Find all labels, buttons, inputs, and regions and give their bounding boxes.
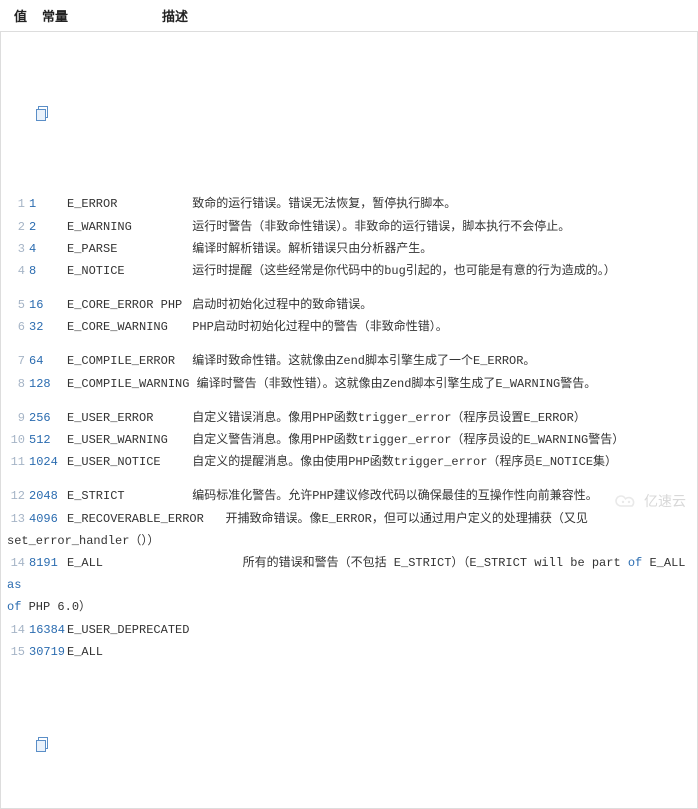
copy-icon[interactable] bbox=[36, 106, 50, 120]
line-number: 13 bbox=[7, 508, 25, 530]
error-value: 16 bbox=[29, 294, 67, 316]
error-description-cont: of bbox=[7, 600, 21, 614]
line-number: 1 bbox=[7, 193, 25, 215]
table-row: 122048E_STRICT 编码标准化警告。允许PHP建议修改代码以确保最佳的… bbox=[7, 485, 691, 507]
error-value: 512 bbox=[29, 429, 67, 451]
error-value: 4096 bbox=[29, 508, 67, 530]
error-description: 编译时解析错误。解析错误只由分析器产生。 bbox=[192, 242, 432, 256]
error-constant: E_USER_WARNING bbox=[67, 429, 185, 451]
error-description: 所有的错误和警告（不包括 E_STRICT）（E_STRICT will be … bbox=[243, 556, 628, 570]
error-constant: E_NOTICE bbox=[67, 260, 185, 282]
error-value: 16384 bbox=[29, 619, 67, 641]
table-row: 22E_WARNING 运行时警告（非致命性错误）。非致命的运行错误，脚本执行不… bbox=[7, 216, 691, 238]
error-constant: E_ALL bbox=[67, 552, 185, 574]
line-number: 14 bbox=[7, 552, 25, 574]
copy-icon[interactable] bbox=[36, 737, 50, 751]
error-description: 致命的运行错误。错误无法恢复，暂停执行脚本。 bbox=[192, 197, 456, 211]
error-description-cont: set_error_handler（）） bbox=[7, 534, 159, 548]
error-description: 自定义错误消息。像用PHP函数trigger_error（程序员设置E_ERRO… bbox=[192, 411, 586, 425]
error-value: 1024 bbox=[29, 451, 67, 473]
error-constant: E_CORE_WARNING bbox=[67, 316, 185, 338]
error-value: 8 bbox=[29, 260, 67, 282]
error-constant: E_ERROR bbox=[67, 193, 185, 215]
error-constant: E_CORE_ERROR PHP bbox=[67, 294, 185, 316]
error-constant: E_USER_NOTICE bbox=[67, 451, 185, 473]
line-number: 14 bbox=[7, 619, 25, 641]
error-value: 30719 bbox=[29, 641, 67, 663]
table-row: 10512E_USER_WARNING 自定义警告消息。像用PHP函数trigg… bbox=[7, 429, 691, 451]
error-value: 32 bbox=[29, 316, 67, 338]
line-number: 6 bbox=[7, 316, 25, 338]
error-value: 256 bbox=[29, 407, 67, 429]
table-header: 值 常量 描述 bbox=[0, 0, 698, 31]
line-number: 9 bbox=[7, 407, 25, 429]
error-description: 自定义的提醒消息。像由使用PHP函数trigger_error（程序员E_NOT… bbox=[192, 455, 617, 469]
table-row: 11E_ERROR 致命的运行错误。错误无法恢复，暂停执行脚本。 bbox=[7, 193, 691, 215]
line-number: 4 bbox=[7, 260, 25, 282]
table-row: 48E_NOTICE 运行时提醒（这些经常是你代码中的bug引起的，也可能是有意… bbox=[7, 260, 691, 282]
error-constant: E_COMPILE_ERROR bbox=[67, 350, 185, 372]
error-constant: E_STRICT bbox=[67, 485, 185, 507]
table-row: 9256E_USER_ERROR 自定义错误消息。像用PHP函数trigger_… bbox=[7, 407, 691, 429]
error-constant: E_RECOVERABLE_ERROR bbox=[67, 508, 204, 530]
col-description: 描述 bbox=[162, 6, 188, 25]
error-description: 开捕致命错误。像E_ERROR，但可以通过用户定义的处理捕获（又见 bbox=[225, 512, 587, 526]
table-row: 1530719E_ALL bbox=[7, 641, 691, 663]
error-description: 运行时警告（非致命性错误）。非致命的运行错误，脚本执行不会停止。 bbox=[192, 220, 570, 234]
col-constant: 常量 bbox=[42, 6, 162, 25]
code-footer bbox=[7, 707, 691, 778]
error-description: 编译时警告（非致性错）。这就像由Zend脚本引擎生成了E_WARNING警告。 bbox=[197, 377, 597, 391]
error-value: 2048 bbox=[29, 485, 67, 507]
table-row: 8128E_COMPILE_WARNING 编译时警告（非致性错）。这就像由Ze… bbox=[7, 373, 691, 395]
code-block: 11E_ERROR 致命的运行错误。错误无法恢复，暂停执行脚本。22E_WARN… bbox=[0, 31, 698, 809]
error-constant: E_PARSE bbox=[67, 238, 185, 260]
line-number: 5 bbox=[7, 294, 25, 316]
line-number: 12 bbox=[7, 485, 25, 507]
error-value: 128 bbox=[29, 373, 67, 395]
line-number: 2 bbox=[7, 216, 25, 238]
table-row: 34E_PARSE 编译时解析错误。解析错误只由分析器产生。 bbox=[7, 238, 691, 260]
line-number: 7 bbox=[7, 350, 25, 372]
error-value: 4 bbox=[29, 238, 67, 260]
table-row: 1416384E_USER_DEPRECATED bbox=[7, 619, 691, 641]
line-number: 3 bbox=[7, 238, 25, 260]
error-value: 64 bbox=[29, 350, 67, 372]
error-description: 编码标准化警告。允许PHP建议修改代码以确保最佳的互操作性向前兼容性。 bbox=[192, 489, 598, 503]
error-constant: E_ALL bbox=[67, 641, 185, 663]
code-toolbar bbox=[7, 80, 691, 147]
error-description: 编译时致命性错。这就像由Zend脚本引擎生成了一个E_ERROR。 bbox=[192, 354, 535, 368]
line-number: 11 bbox=[7, 451, 25, 473]
line-number: 8 bbox=[7, 373, 25, 395]
error-constant: E_COMPILE_WARNING bbox=[67, 373, 189, 395]
error-description: PHP启动时初始化过程中的警告（非致命性错）。 bbox=[192, 320, 448, 334]
col-value: 值 bbox=[14, 6, 42, 25]
error-constant: E_USER_DEPRECATED bbox=[67, 619, 189, 641]
table-row: 516E_CORE_ERROR PHP 启动时初始化过程中的致命错误。 bbox=[7, 294, 691, 316]
error-value: 1 bbox=[29, 193, 67, 215]
line-number: 15 bbox=[7, 641, 25, 663]
error-constant: E_WARNING bbox=[67, 216, 185, 238]
error-constant: E_USER_ERROR bbox=[67, 407, 185, 429]
error-description: 运行时提醒（这些经常是你代码中的bug引起的，也可能是有意的行为造成的。） bbox=[192, 264, 616, 278]
error-value: 2 bbox=[29, 216, 67, 238]
line-number: 10 bbox=[7, 429, 25, 451]
table-row: 632E_CORE_WARNING PHP启动时初始化过程中的警告（非致命性错）… bbox=[7, 316, 691, 338]
table-row: 764E_COMPILE_ERROR 编译时致命性错。这就像由Zend脚本引擎生… bbox=[7, 350, 691, 372]
error-description: 自定义警告消息。像用PHP函数trigger_error（程序员设的E_WARN… bbox=[192, 433, 624, 447]
error-value: 8191 bbox=[29, 552, 67, 574]
error-description: 启动时初始化过程中的致命错误。 bbox=[192, 298, 372, 312]
table-row: 111024E_USER_NOTICE 自定义的提醒消息。像由使用PHP函数tr… bbox=[7, 451, 691, 473]
